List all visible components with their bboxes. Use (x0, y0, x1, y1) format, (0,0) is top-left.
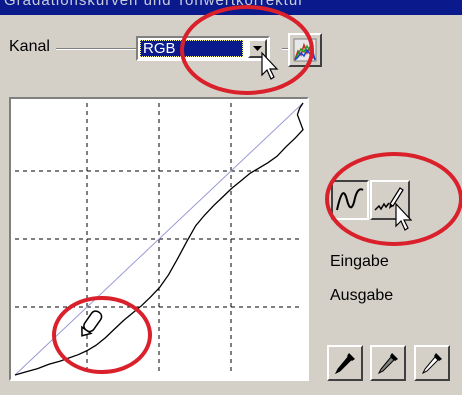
channel-select[interactable]: RGB (136, 36, 270, 61)
group-line (56, 48, 136, 50)
window-titlebar: Gradationskurven und Tonwertkorrektur (0, 0, 462, 15)
output-readout-label: Ausgabe (330, 287, 394, 304)
tone-curve-canvas[interactable] (11, 99, 307, 379)
white-point-eyedropper-button[interactable] (414, 345, 450, 381)
channel-dropdown-button[interactable] (248, 39, 267, 58)
input-readout-label: Eingabe (330, 253, 389, 270)
chevron-down-icon (253, 46, 262, 51)
channel-selected-value: RGB (140, 40, 243, 57)
window-title: Gradationskurven und Tonwertkorrektur (4, 0, 305, 9)
channel-label: Kanal (9, 38, 50, 55)
smooth-curve-button[interactable] (331, 180, 369, 220)
freehand-curve-button[interactable] (370, 180, 410, 220)
histogram-button[interactable] (288, 33, 322, 67)
black-point-eyedropper-button[interactable] (327, 345, 363, 381)
pencil-freehand-icon (374, 187, 404, 211)
white-eyedropper-icon (421, 353, 442, 375)
black-eyedropper-icon (334, 353, 355, 375)
smooth-curve-icon (336, 188, 364, 211)
gray-point-eyedropper-button[interactable] (370, 345, 406, 381)
gray-eyedropper-icon (377, 353, 398, 375)
tone-curve-graph[interactable] (9, 97, 309, 381)
rgb-histogram-icon (293, 38, 317, 62)
